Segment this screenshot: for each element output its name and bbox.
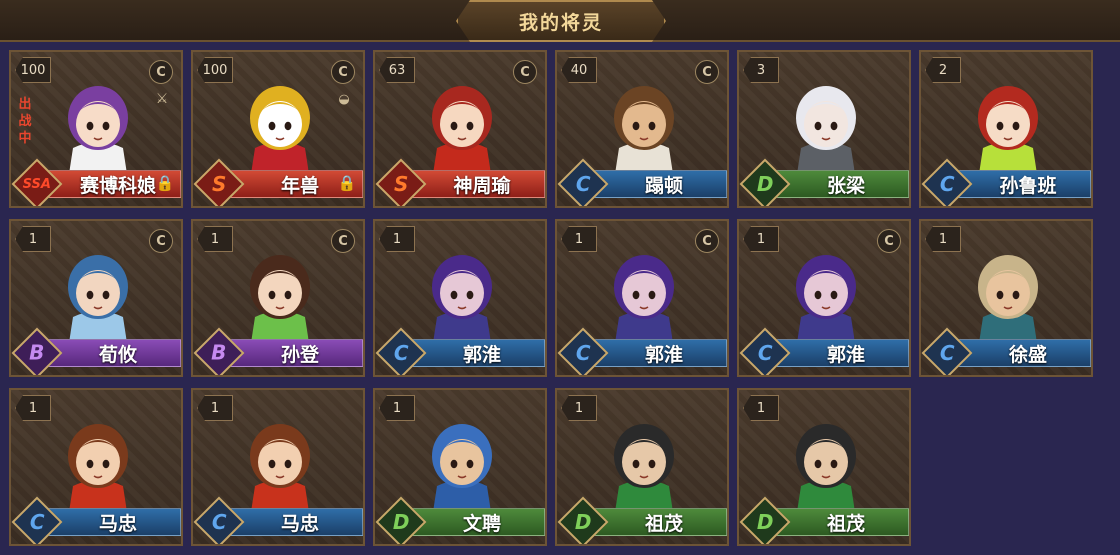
page-title: 我的将灵 xyxy=(456,0,666,42)
level-badge: 100 xyxy=(197,57,233,83)
general-name: 郭淮 xyxy=(826,343,865,366)
level-badge: 1 xyxy=(561,395,597,421)
level-badge: 1 xyxy=(379,226,415,252)
general-card[interactable]: 2 孙鲁班 C xyxy=(919,50,1093,208)
general-card[interactable]: 1 C 孙登 B xyxy=(191,219,365,377)
level-badge: 63 xyxy=(379,57,415,83)
coin-icon: C xyxy=(695,229,719,253)
coin-icon: C xyxy=(149,60,173,84)
general-card[interactable]: 1 C 郭淮 C xyxy=(555,219,729,377)
lock-icon: 🔒 xyxy=(155,174,175,192)
lock-icon: 🔒 xyxy=(337,174,357,192)
coin-icon: C xyxy=(149,229,173,253)
general-name: 神周瑜 xyxy=(453,174,511,197)
character-portrait xyxy=(432,424,492,512)
character-portrait xyxy=(614,424,674,512)
level-badge: 3 xyxy=(743,57,779,83)
level-badge: 1 xyxy=(743,395,779,421)
general-name: 祖茂 xyxy=(826,512,865,535)
character-portrait xyxy=(978,255,1038,343)
character-portrait xyxy=(796,86,856,174)
general-name: 年兽 xyxy=(280,174,319,197)
general-name: 徐盛 xyxy=(1008,343,1047,366)
general-card[interactable]: 40 C 蹋顿 C xyxy=(555,50,729,208)
level-badge: 100 xyxy=(15,57,51,83)
coin-icon: C xyxy=(513,60,537,84)
character-portrait xyxy=(68,424,128,512)
character-portrait xyxy=(432,86,492,174)
sword-icon: ⚔ xyxy=(155,91,169,107)
general-card[interactable]: 1 郭淮 C xyxy=(373,219,547,377)
general-name: 荀攸 xyxy=(98,343,137,366)
character-portrait xyxy=(796,424,856,512)
level-badge: 1 xyxy=(197,395,233,421)
general-card[interactable]: 1 马忠 C xyxy=(191,388,365,546)
general-name: 赛博科娘 xyxy=(79,174,156,197)
level-badge: 1 xyxy=(561,226,597,252)
character-portrait xyxy=(68,255,128,343)
general-name: 郭淮 xyxy=(462,343,501,366)
character-portrait xyxy=(614,86,674,174)
character-portrait xyxy=(614,255,674,343)
character-portrait xyxy=(432,255,492,343)
level-badge: 1 xyxy=(743,226,779,252)
general-card[interactable]: 3 张梁 D xyxy=(737,50,911,208)
general-name: 马忠 xyxy=(280,512,319,535)
general-card[interactable]: 63 C 神周瑜 S xyxy=(373,50,547,208)
coin-icon: C xyxy=(877,229,901,253)
character-portrait xyxy=(250,255,310,343)
coin-icon: C xyxy=(331,229,355,253)
coin-icon: C xyxy=(331,60,355,84)
level-badge: 1 xyxy=(15,226,51,252)
level-badge: 1 xyxy=(925,226,961,252)
level-badge: 40 xyxy=(561,57,597,83)
level-badge: 1 xyxy=(197,226,233,252)
character-portrait xyxy=(250,86,310,174)
level-badge: 2 xyxy=(925,57,961,83)
general-card[interactable]: 1 徐盛 C xyxy=(919,219,1093,377)
level-badge: 1 xyxy=(15,395,51,421)
character-portrait xyxy=(796,255,856,343)
coin-icon: C xyxy=(695,60,719,84)
general-card[interactable]: 1 祖茂 D xyxy=(737,388,911,546)
general-card[interactable]: 1 文聘 D xyxy=(373,388,547,546)
in-battle-label: 出战中 xyxy=(18,97,32,146)
general-card[interactable]: 1 祖茂 D xyxy=(555,388,729,546)
general-name: 孙鲁班 xyxy=(999,174,1057,197)
general-name: 马忠 xyxy=(98,512,137,535)
general-name: 张梁 xyxy=(826,174,865,197)
level-badge: 1 xyxy=(379,395,415,421)
general-card[interactable]: 100 C ⚔ 出战中 赛博科娘 SSA 🔒 xyxy=(9,50,183,208)
general-card[interactable]: 100 C ◒ 年兽 S 🔒 xyxy=(191,50,365,208)
general-card[interactable]: 1 C 荀攸 B xyxy=(9,219,183,377)
general-name: 孙登 xyxy=(280,343,319,366)
bowl-icon: ◒ xyxy=(338,91,350,107)
general-name: 郭淮 xyxy=(644,343,683,366)
character-portrait xyxy=(68,86,128,174)
general-name: 祖茂 xyxy=(644,512,683,535)
general-card[interactable]: 1 C 郭淮 C xyxy=(737,219,911,377)
character-portrait xyxy=(250,424,310,512)
character-portrait xyxy=(978,86,1038,174)
general-name: 文聘 xyxy=(462,512,501,535)
general-name: 蹋顿 xyxy=(644,174,683,197)
general-card[interactable]: 1 马忠 C xyxy=(9,388,183,546)
